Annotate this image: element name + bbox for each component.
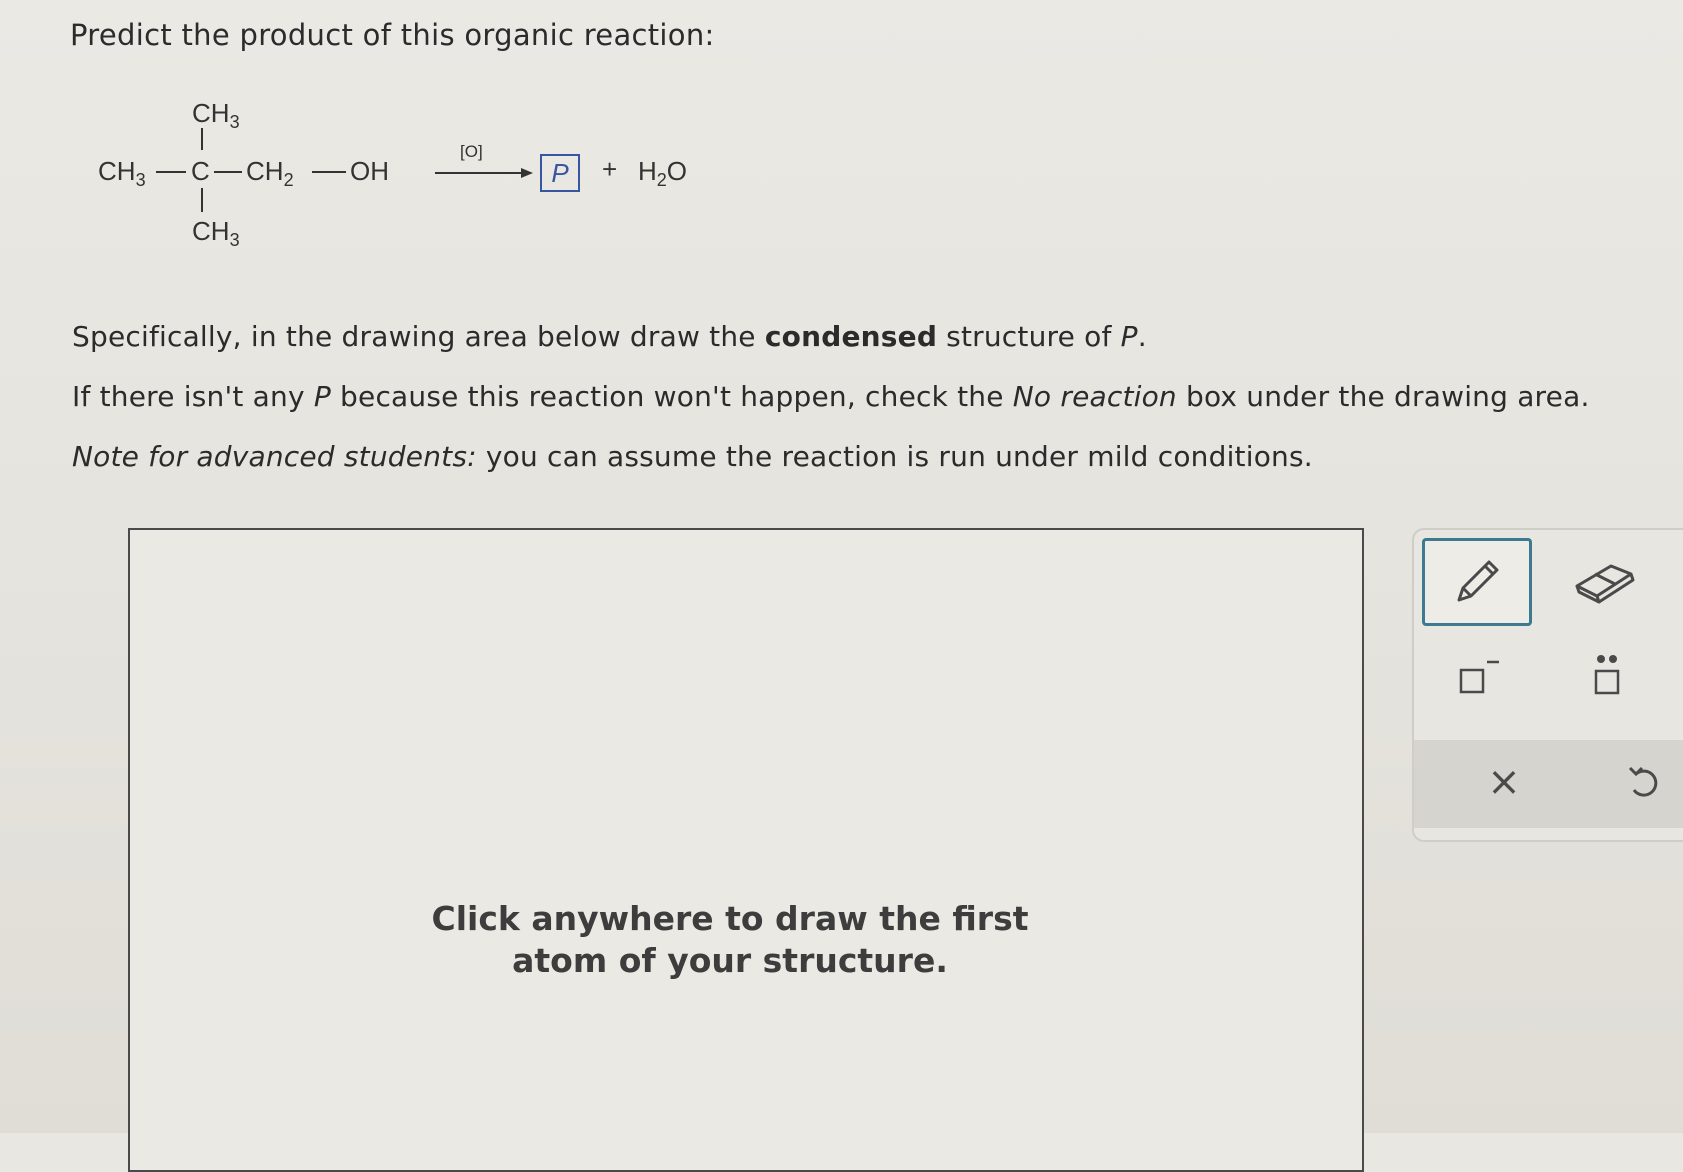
bond-top <box>201 128 203 150</box>
toolbar-actions: × <box>1414 740 1683 828</box>
bond-right <box>214 171 242 173</box>
undo-icon <box>1628 766 1658 797</box>
instruction-text: Specifically, in the drawing area below … <box>72 320 1147 353</box>
undo-button[interactable] <box>1614 752 1674 812</box>
bond-bottom <box>201 188 203 212</box>
top-methyl: CH3 <box>192 98 240 132</box>
drawing-toolbar: × <box>1412 528 1683 842</box>
question-prompt: Predict the product of this organic reac… <box>70 18 715 52</box>
center-carbon: C <box>191 156 210 186</box>
product-box: P <box>540 154 580 192</box>
no-reaction-text: If there isn't any P because this reacti… <box>72 380 1590 413</box>
drawing-area[interactable] <box>128 528 1364 1172</box>
reaction-scheme: CH3 CH3 C CH2 OH CH3 [O] P + H2O <box>90 98 730 278</box>
hydroxyl-group: OH <box>350 156 389 186</box>
pencil-icon <box>1457 560 1499 602</box>
clear-button[interactable]: × <box>1474 752 1534 812</box>
advanced-note: Note for advanced students: you can assu… <box>72 440 1313 473</box>
reaction-arrow <box>435 172 523 174</box>
arrow-head-icon <box>521 168 533 178</box>
bottom-methyl: CH3 <box>192 216 240 250</box>
water-byproduct: H2O <box>638 156 688 190</box>
plus-sign: + <box>602 154 618 184</box>
lone-pair-icon <box>1594 655 1620 695</box>
bond-left <box>156 171 186 173</box>
clear-icon: × <box>1487 759 1521 805</box>
charge-tool-button[interactable] <box>1432 640 1522 710</box>
bond-oh <box>312 171 346 173</box>
reagent-label: [O] <box>460 142 483 161</box>
methylene-group: CH2 <box>246 156 294 190</box>
charge-icon <box>1459 660 1499 694</box>
left-methyl: CH3 <box>98 156 146 190</box>
eraser-tool-button[interactable] <box>1554 544 1654 614</box>
eraser-icon <box>1575 564 1635 604</box>
lone-pair-tool-button[interactable] <box>1562 640 1652 710</box>
drawing-hint: Click anywhere to draw the first atom of… <box>431 899 1029 980</box>
pencil-tool-button[interactable] <box>1422 538 1532 626</box>
